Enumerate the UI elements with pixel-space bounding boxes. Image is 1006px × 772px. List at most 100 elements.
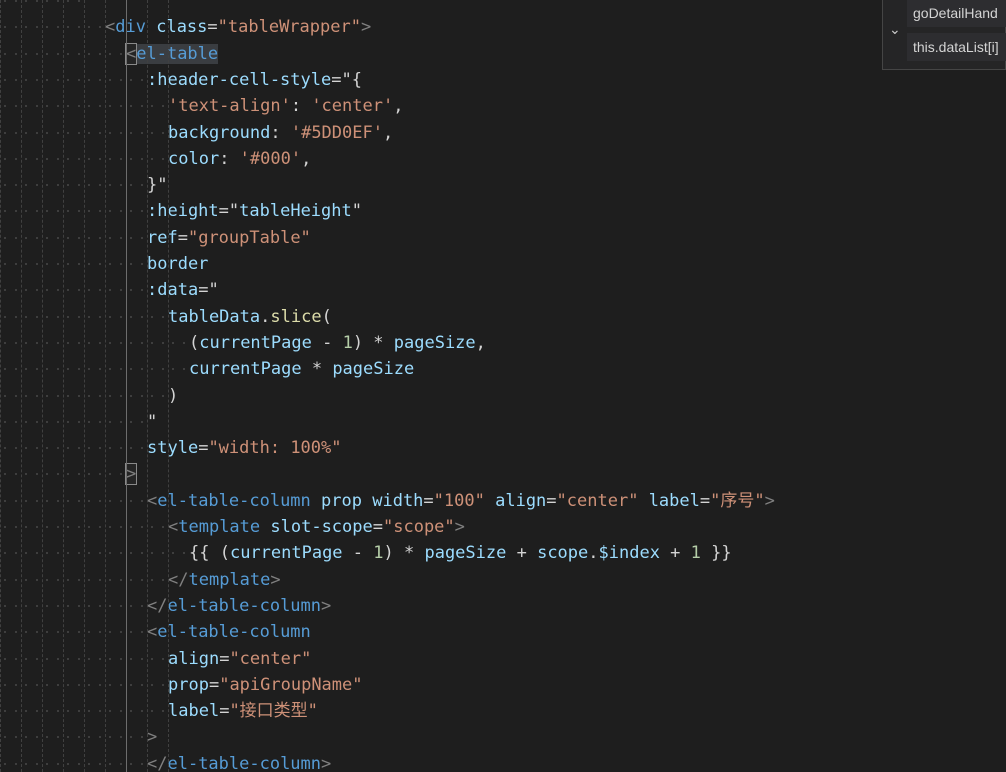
- code-token: ,: [382, 122, 394, 143]
- whitespace-marker: [11, 172, 22, 198]
- whitespace-marker: [42, 461, 53, 487]
- code-editor[interactable]: <div class="tableWrapper"> <el-table:head…: [0, 0, 1006, 772]
- whitespace-marker: [105, 277, 116, 303]
- whitespace-marker: [11, 593, 22, 619]
- whitespace-marker: [42, 0, 53, 14]
- code-line[interactable]: <el-table-column: [0, 619, 311, 645]
- code-line[interactable]: color: '#000',: [0, 146, 311, 172]
- whitespace-marker: [158, 146, 169, 172]
- whitespace-marker: [137, 356, 148, 382]
- whitespace-marker: [21, 646, 32, 672]
- suggestion-item[interactable]: this.dataList[i]: [907, 33, 1006, 61]
- code-line[interactable]: <div class="tableWrapper">: [0, 14, 371, 40]
- code-token: >: [360, 17, 372, 38]
- whitespace-marker: [105, 383, 116, 409]
- code-line[interactable]: ref="groupTable": [0, 225, 311, 251]
- code-token: =: [218, 201, 229, 222]
- whitespace-marker: [116, 277, 127, 303]
- whitespace-marker: [21, 383, 32, 409]
- code-line[interactable]: >: [0, 724, 157, 750]
- whitespace-marker: [53, 146, 64, 172]
- whitespace-marker: [74, 198, 85, 224]
- code-line[interactable]: style="width: 100%": [0, 435, 342, 461]
- code-line[interactable]: </el-table-column>: [0, 751, 331, 772]
- whitespace-marker: [84, 93, 95, 119]
- whitespace-marker: [0, 330, 11, 356]
- whitespace-marker: [74, 619, 85, 645]
- whitespace-marker: [32, 120, 43, 146]
- code-line[interactable]: ": [0, 409, 157, 435]
- whitespace-marker: [105, 41, 116, 67]
- whitespace-marker: [105, 172, 116, 198]
- whitespace-marker: [84, 540, 95, 566]
- whitespace-marker: [74, 277, 85, 303]
- code-token: ": [208, 280, 219, 301]
- code-line[interactable]: <el-table-column prop width="100" align=…: [0, 488, 775, 514]
- whitespace-marker: [137, 514, 148, 540]
- code-line[interactable]: :header-cell-style="{: [0, 67, 362, 93]
- code-line[interactable]: prop="apiGroupName": [0, 672, 363, 698]
- whitespace-marker: [84, 67, 95, 93]
- code-line[interactable]: label="接口类型": [0, 698, 318, 724]
- whitespace-marker: [95, 14, 106, 40]
- indent-guide: [168, 0, 169, 772]
- whitespace-marker: [0, 225, 11, 251]
- chevron-down-icon[interactable]: ⌄: [889, 21, 901, 38]
- whitespace-marker: [137, 146, 148, 172]
- whitespace-marker: [32, 146, 43, 172]
- whitespace-marker: [137, 751, 148, 772]
- suggestion-item[interactable]: goDetailHand: [907, 0, 1006, 27]
- code-token: "center": [556, 490, 639, 511]
- code-token: }": [147, 175, 168, 196]
- code-line[interactable]: {{ (currentPage - 1) * pageSize + scope.…: [0, 540, 732, 566]
- whitespace-marker: [95, 593, 106, 619]
- code-line[interactable]: :data=": [0, 277, 219, 303]
- whitespace-marker: [32, 330, 43, 356]
- code-line[interactable]: align="center": [0, 646, 311, 672]
- whitespace-marker: [126, 409, 137, 435]
- whitespace-marker: [63, 383, 74, 409]
- whitespace-marker: [95, 461, 106, 487]
- code-line[interactable]: background: '#5DD0EF',: [0, 120, 393, 146]
- whitespace-marker: [74, 225, 85, 251]
- whitespace-marker: [147, 698, 158, 724]
- whitespace-marker: [63, 304, 74, 330]
- code-line[interactable]: :height="tableHeight": [0, 198, 362, 224]
- whitespace-marker: [0, 461, 11, 487]
- whitespace-marker: [116, 646, 127, 672]
- code-line[interactable]: </el-table-column>: [0, 593, 331, 619]
- whitespace-marker: [147, 672, 158, 698]
- whitespace-marker: [0, 0, 11, 14]
- whitespace-marker: [116, 488, 127, 514]
- whitespace-marker: [32, 251, 43, 277]
- suggestion-widget[interactable]: ⌄ goDetailHand this.dataList[i]: [882, 0, 1006, 70]
- code-token: <: [124, 42, 138, 65]
- whitespace-marker: [84, 356, 95, 382]
- whitespace-marker: [11, 277, 22, 303]
- code-line[interactable]: ): [0, 383, 178, 409]
- whitespace-marker: [95, 304, 106, 330]
- whitespace-marker: [53, 251, 64, 277]
- whitespace-marker: [21, 41, 32, 67]
- whitespace-marker: [42, 488, 53, 514]
- whitespace-marker: [42, 14, 53, 40]
- whitespace-marker: [0, 93, 11, 119]
- whitespace-marker: [147, 514, 158, 540]
- code-line[interactable]: <el-table: [0, 41, 219, 67]
- whitespace-marker: [168, 356, 179, 382]
- code-line[interactable]: <template slot-scope="scope">: [0, 514, 465, 540]
- whitespace-marker: [126, 751, 137, 772]
- whitespace-marker: [95, 724, 106, 750]
- indent-guide: [0, 0, 1, 772]
- whitespace-marker: [126, 225, 137, 251]
- whitespace-marker: [11, 409, 22, 435]
- code-line[interactable]: tableData.slice(: [0, 304, 332, 330]
- code-token: +: [506, 543, 538, 564]
- code-token: =: [208, 674, 220, 695]
- code-line[interactable]: 'text-align': 'center',: [0, 93, 403, 119]
- whitespace-marker: [0, 251, 11, 277]
- whitespace-marker: [53, 67, 64, 93]
- whitespace-marker: [63, 198, 74, 224]
- code-line[interactable]: (currentPage - 1) * pageSize,: [0, 330, 486, 356]
- whitespace-marker: [126, 330, 137, 356]
